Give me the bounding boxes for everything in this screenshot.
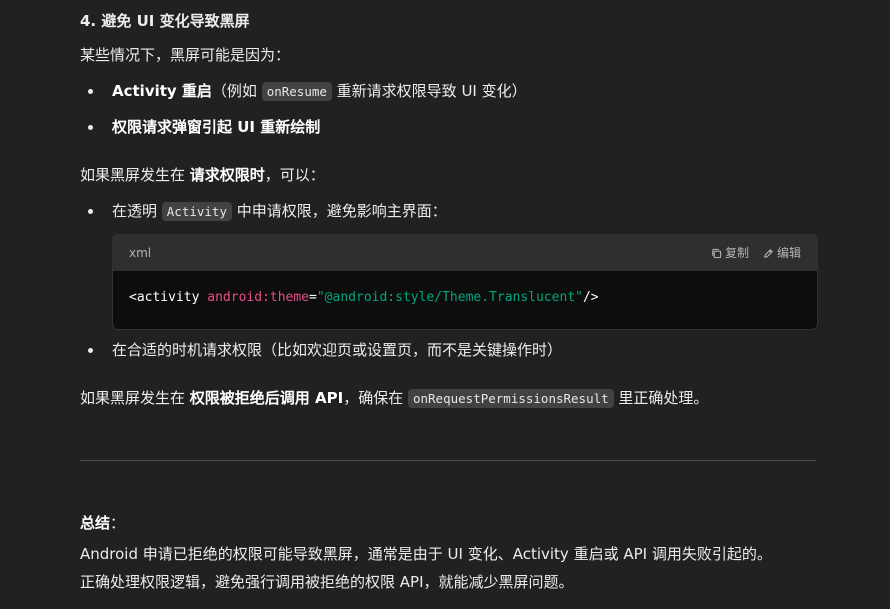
paragraph-bold: 权限被拒绝后调用 API	[189, 389, 344, 407]
inline-code: Activity	[161, 202, 232, 221]
list-item-text: 中申请权限，避免影响主界面：	[232, 202, 447, 220]
code-block-body: <activity android:theme="@android:style/…	[113, 271, 817, 329]
code-block-header: xml 复制 编辑	[113, 235, 817, 271]
paragraph-bold: 请求权限时	[189, 166, 265, 184]
list-item-bold: Activity 重启	[112, 82, 212, 100]
summary-line: 正确处理权限逻辑，避免强行调用被拒绝的权限 API，就能减少黑屏问题。	[80, 573, 574, 591]
inline-code: onResume	[261, 82, 332, 101]
edit-button[interactable]: 编辑	[763, 245, 801, 261]
copy-button[interactable]: 复制	[711, 245, 749, 261]
code-token-eq: =	[309, 290, 317, 305]
code-actions: 复制 编辑	[711, 245, 801, 261]
bullet-dot	[88, 89, 93, 94]
summary-colon: ：	[110, 514, 126, 532]
code-token-tag-close: />	[582, 290, 599, 305]
list-item: 权限请求弹窗引起 UI 重新绘制	[112, 116, 320, 138]
list-item: 在合适的时机请求权限（比如欢迎页或设置页，而不是关键操作时）	[112, 341, 563, 359]
bullet-dot	[88, 209, 93, 214]
code-token-string: "@android:style/Theme.Translucent"	[316, 290, 583, 305]
inline-code: onRequestPermissionsResult	[407, 389, 614, 408]
code-token-tag: <activity	[129, 290, 208, 305]
paragraph-text: 如果黑屏发生在	[80, 166, 190, 184]
list-item-text: 在透明	[112, 202, 162, 220]
paragraph-text: 如果黑屏发生在	[80, 389, 190, 407]
bullet-dot	[88, 348, 93, 353]
divider	[80, 460, 816, 461]
edit-label: 编辑	[776, 246, 801, 260]
paragraph-text: ，可以：	[264, 166, 325, 184]
summary-title: 总结：	[80, 512, 125, 534]
bullet-dot	[88, 125, 93, 130]
list-item-text: 重新请求权限导致 UI 变化）	[331, 82, 527, 100]
intro-paragraph: 某些情况下，黑屏可能是因为：	[80, 46, 291, 64]
section-heading: 4. 避免 UI 变化导致黑屏	[80, 12, 250, 30]
paragraph: 如果黑屏发生在 请求权限时，可以：	[80, 164, 325, 186]
summary-text: Android 申请已拒绝的权限可能导致黑屏，通常是由于 UI 变化、Activ…	[80, 540, 820, 596]
code-language-label: xml	[129, 246, 152, 260]
paragraph-text: ，确保在	[343, 389, 408, 407]
list-item: 在透明 Activity 中申请权限，避免影响主界面：	[112, 200, 447, 223]
code-block: xml 复制 编辑 <activity android:theme="@andr…	[112, 234, 818, 330]
list-item-bold: 权限请求弹窗引起 UI 重新绘制	[112, 118, 321, 136]
paragraph-text: 里正确处理。	[613, 389, 709, 407]
copy-label: 复制	[724, 246, 749, 260]
copy-icon	[712, 248, 722, 258]
summary-line: Android 申请已拒绝的权限可能导致黑屏，通常是由于 UI 变化、Activ…	[80, 545, 772, 563]
list-item: Activity 重启（例如 onResume 重新请求权限导致 UI 变化）	[112, 80, 527, 103]
code-token-attr: android:theme	[207, 290, 310, 305]
code-line: <activity android:theme="@android:style/…	[129, 289, 599, 307]
pencil-icon	[764, 248, 773, 258]
paragraph: 如果黑屏发生在 权限被拒绝后调用 API，确保在 onRequestPermis…	[80, 387, 708, 410]
summary-title-bold: 总结	[80, 514, 111, 532]
list-item-text: （例如	[211, 82, 262, 100]
